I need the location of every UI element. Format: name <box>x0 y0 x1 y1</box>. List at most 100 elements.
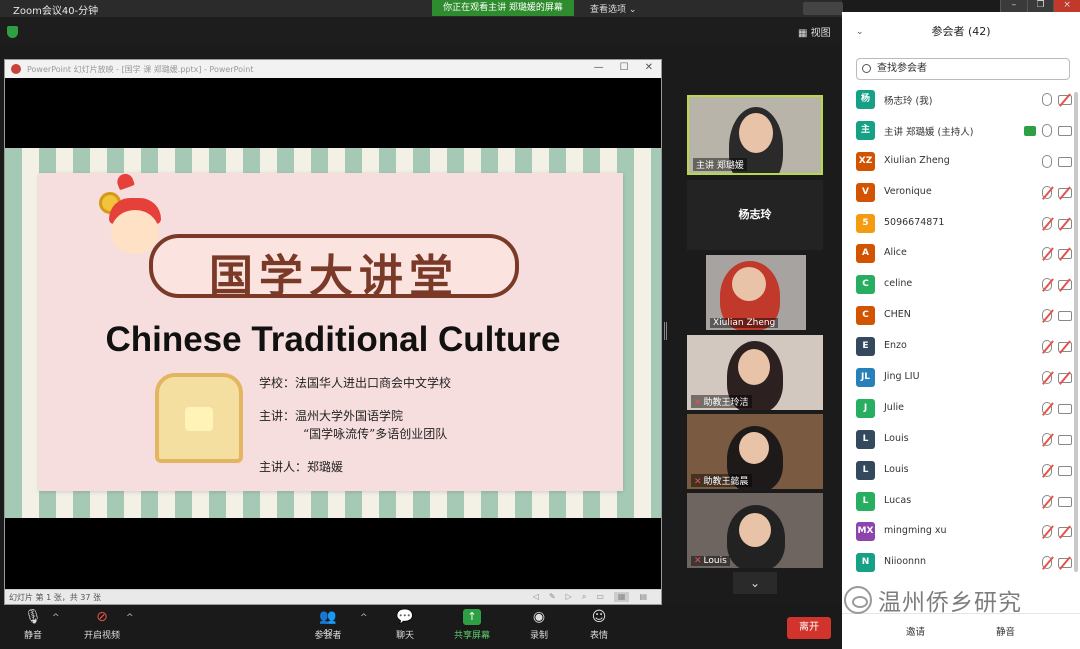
share-screen-button[interactable]: ↑ 共享屏幕 <box>452 609 492 641</box>
view-options-button[interactable]: 查看选项 ⌄ <box>590 2 636 15</box>
watermark: 温州侨乡研究 <box>842 582 1080 618</box>
view-button[interactable]: ▦ 视图 <box>798 24 831 39</box>
chevron-up-icon[interactable]: ^ <box>126 613 134 623</box>
restore-icon[interactable]: ❐ <box>1026 0 1054 12</box>
video-tile-participant[interactable]: ✕ 助教王懿晨 <box>687 414 823 489</box>
chevron-up-icon[interactable]: ^ <box>360 613 368 623</box>
mute-label: 静音 <box>23 631 42 641</box>
mic-muted-icon <box>1042 247 1052 261</box>
scrollbar[interactable] <box>1074 92 1078 572</box>
participant-row[interactable]: 杨杨志玲 (我) <box>854 86 1074 117</box>
person-face <box>739 113 773 153</box>
watermark-text: 温州侨乡研究 <box>878 590 1022 616</box>
wechat-logo-icon <box>844 586 872 614</box>
participant-status-icons <box>1042 247 1072 261</box>
mic-muted-icon <box>1042 371 1052 385</box>
participant-name: Alice <box>884 247 907 259</box>
video-off-icon <box>1058 280 1072 291</box>
video-tile-participant[interactable]: Xiulian Zheng <box>706 255 806 330</box>
app-title: Zoom会议40-分钟 <box>13 6 99 17</box>
participant-row[interactable]: 主主讲 郑璐媛 (主持人) <box>854 117 1074 148</box>
mic-muted-icon <box>1042 494 1052 508</box>
participant-row[interactable]: J Julie <box>854 395 1074 426</box>
record-button[interactable]: ◉ 录制 <box>524 609 554 641</box>
participant-row[interactable]: MX mingming xu <box>854 518 1074 549</box>
mute-all-button[interactable]: 静音 <box>996 624 1015 638</box>
slide-number: 幻灯片 第 1 张，共 37 张 <box>9 593 101 602</box>
powerpoint-icon <box>11 64 21 74</box>
participant-row[interactable]: C CHEN <box>854 302 1074 333</box>
avatar: MX <box>856 522 875 542</box>
mic-muted-icon: ✕ <box>694 398 702 408</box>
ppt-window-title: PowerPoint 幻灯片放映 - [国学 课 郑璐媛.pptx] - Pow… <box>27 65 254 74</box>
video-name-label: 杨志玲 <box>738 208 772 221</box>
participant-row[interactable]: N Niioonnn <box>854 549 1074 580</box>
leave-button[interactable]: 离开 <box>787 617 831 639</box>
participant-status-icons <box>1042 432 1072 446</box>
view-label: 视图 <box>810 28 831 39</box>
emoji-icon: ☺ <box>591 609 607 625</box>
search-icon <box>862 64 871 73</box>
participants-button[interactable]: 👥42 参会者 <box>308 609 348 641</box>
shield-icon[interactable] <box>7 26 18 38</box>
slide-banner-title: 国学大讲堂 <box>209 251 459 302</box>
participant-row[interactable]: L Louis <box>854 457 1074 488</box>
microphone-icon: 🎙 <box>24 609 42 625</box>
chevron-up-icon[interactable]: ^ <box>52 613 60 623</box>
video-label: 开启视频 <box>83 631 120 641</box>
minimize-icon: — <box>593 62 604 73</box>
participant-row[interactable]: E Enzo <box>854 333 1074 364</box>
start-video-button[interactable]: ⊘ 开启视频 <box>82 609 122 641</box>
participant-row[interactable]: XZ Xiulian Zheng <box>854 148 1074 179</box>
video-tile-self[interactable]: 杨志玲 <box>687 180 823 250</box>
video-off-icon <box>1058 342 1072 353</box>
video-off-icon <box>1058 218 1072 229</box>
host-line-2: “国学咏流传”多语创业团队 <box>303 427 448 441</box>
avatar: C <box>856 306 875 326</box>
butter-illustration <box>185 407 213 431</box>
mic-muted-icon: ✕ <box>694 556 702 566</box>
participant-row[interactable]: L Louis <box>854 426 1074 457</box>
video-name-label: 主讲 郑璐媛 <box>693 158 747 171</box>
reactions-button[interactable]: ☺ 表情 <box>584 609 614 641</box>
participant-row[interactable]: A Alice <box>854 240 1074 271</box>
record-label: 录制 <box>529 631 548 641</box>
video-tile-host[interactable]: 主讲 郑璐媛 <box>687 95 823 175</box>
video-name-label: ✕ Louis <box>691 556 730 566</box>
panel-title: 参会者 (42) <box>931 25 991 38</box>
avatar: E <box>856 337 875 357</box>
participant-name: Julie <box>884 401 904 413</box>
participant-row[interactable]: V Veronique <box>854 179 1074 210</box>
title-bar: Zoom会议40-分钟 你正在观看主讲 郑璐媛的屏幕 查看选项 ⌄ <box>0 0 843 17</box>
microphone-icon <box>1042 123 1052 137</box>
splitter-handle[interactable] <box>664 322 667 340</box>
participant-row[interactable]: Cceline <box>854 271 1074 302</box>
participant-list: 杨杨志玲 (我) 主主讲 郑璐媛 (主持人) XZ Xiulian Zheng V Ver… <box>854 86 1074 580</box>
participant-status-icons <box>1042 401 1072 415</box>
microphone-icon <box>1042 154 1052 168</box>
participants-icon: 👥42 <box>319 609 337 637</box>
participant-name: Enzo <box>884 340 907 352</box>
minimize-icon[interactable]: – <box>1000 0 1027 12</box>
mute-button[interactable]: 🎙 静音 <box>18 609 48 641</box>
participant-row[interactable]: L Lucas <box>854 488 1074 519</box>
participant-row[interactable]: JL Jing LIU <box>854 364 1074 395</box>
speaker-line: 主讲人：郑璐媛 <box>259 460 344 474</box>
close-icon[interactable]: × <box>1053 0 1080 12</box>
participant-name: Louis <box>884 432 909 444</box>
video-tile-participant[interactable]: ✕ 助教王玲洁 <box>687 335 823 410</box>
participant-row[interactable]: 5 5096674871 <box>854 210 1074 241</box>
participant-search-input[interactable]: 查找参会者 <box>856 58 1070 80</box>
video-tile-participant[interactable]: ✕ Louis <box>687 493 823 568</box>
chevron-down-icon[interactable]: ⌄ <box>856 12 864 52</box>
window-controls[interactable] <box>803 2 843 15</box>
video-icon <box>1058 125 1072 136</box>
video-icon <box>1058 311 1072 322</box>
avatar: N <box>856 553 875 573</box>
video-off-icon: ⊘ <box>96 609 108 625</box>
chevron-down-icon[interactable]: ⌄ <box>733 572 777 594</box>
screen-share-banner: 你正在观看主讲 郑璐媛的屏幕 <box>432 0 574 16</box>
chat-button[interactable]: 💬 聊天 <box>390 609 420 641</box>
reading-view-icon: ▤ <box>639 592 647 601</box>
invite-button[interactable]: 邀请 <box>906 624 925 638</box>
